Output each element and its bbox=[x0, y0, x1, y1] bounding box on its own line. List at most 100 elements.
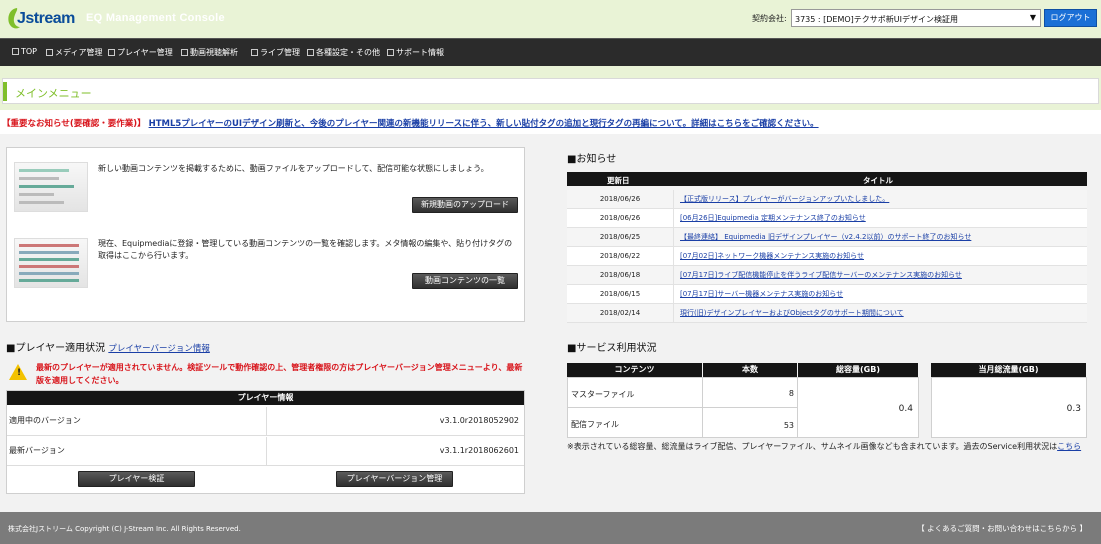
content-area: 新しい動画コンテンツを掲載するために、動画ファイルをアップロードして、配信可能な… bbox=[0, 134, 1101, 512]
footer: 株式会社Jストリーム Copyright (C) J-Stream Inc. A… bbox=[0, 512, 1101, 544]
service-title: ■サービス利用状況 bbox=[567, 343, 657, 354]
delivery-file-count: 53 bbox=[702, 407, 798, 438]
checkbox-icon bbox=[46, 49, 53, 56]
news-row: 2018/06/26 【正式版リリース】プレイヤーがバージョンアップいたしました。 bbox=[567, 190, 1087, 209]
page-title: メインメニュー bbox=[15, 87, 92, 100]
master-file-count: 8 bbox=[702, 377, 798, 408]
service-col-count: 本数 bbox=[703, 363, 797, 377]
checkbox-icon bbox=[387, 49, 394, 56]
news-date: 2018/06/18 bbox=[599, 271, 641, 279]
player-version-manage-button[interactable]: プレイヤーバージョン管理 bbox=[336, 471, 453, 487]
news-col-title: タイトル bbox=[863, 176, 893, 185]
news-link[interactable]: [06月26日]Equipmedia 定期メンテナンス終了のお知らせ bbox=[673, 209, 1087, 227]
important-notice: 【重要なお知らせ(要確認・要作業)】 HTML5プレイヤーのUIデザイン刷新と、… bbox=[0, 110, 1101, 134]
news-date: 2018/06/26 bbox=[599, 195, 641, 203]
contract-label: 契約会社: bbox=[752, 14, 787, 23]
nav-item-label: メディア管理 bbox=[55, 48, 103, 57]
logout-button[interactable]: ログアウト bbox=[1044, 9, 1097, 27]
checkbox-icon bbox=[251, 49, 258, 56]
nav-item-analytics[interactable]: 動画視聴解析 bbox=[181, 47, 238, 58]
jstream-logo[interactable]: Jstream bbox=[6, 7, 75, 33]
app-title: EQ Management Console bbox=[86, 12, 225, 24]
nav-item-support[interactable]: サポート情報 bbox=[387, 47, 444, 58]
table-row: 適用中のバージョン v3.1.0r2018052902 bbox=[7, 407, 524, 436]
delivery-file-label: 配信ファイル bbox=[567, 407, 703, 438]
contract-select[interactable]: 3735 : [DEMO]テクサポ新UIデザイン検証用 ▼ bbox=[791, 9, 1041, 27]
checkbox-icon bbox=[108, 49, 115, 56]
upload-video-button[interactable]: 新規動画のアップロード bbox=[412, 197, 518, 213]
header: Jstream EQ Management Console 契約会社: 3735… bbox=[0, 0, 1101, 38]
nav-item-label: 各種設定・その他 bbox=[316, 48, 380, 57]
warning-text: 最新のプレイヤーが適用されていません。検証ツールで動作確認の上、管理者権限の方は… bbox=[36, 363, 523, 385]
warning-icon-mark: ! bbox=[17, 368, 22, 378]
checkbox-icon bbox=[307, 49, 314, 56]
checkbox-icon bbox=[12, 48, 19, 55]
news-link[interactable]: [07月17日]ライブ配信機能停止を伴うライブ配信サーバーのメンテナンス実施のお… bbox=[673, 266, 1087, 284]
title-accent-bar bbox=[3, 82, 7, 101]
latest-version-value: v3.1.1r2018062601 bbox=[266, 437, 524, 466]
nav-item-label: プレイヤー管理 bbox=[117, 48, 173, 57]
chevron-down-icon: ▼ bbox=[1029, 13, 1036, 22]
master-file-label: マスターファイル bbox=[567, 377, 703, 408]
player-info-box: プレイヤー情報 適用中のバージョン v3.1.0r2018052902 最新バー… bbox=[6, 390, 525, 494]
current-version-value: v3.1.0r2018052902 bbox=[266, 407, 524, 436]
main-nav: TOP メディア管理 プレイヤー管理 動画視聴解析 ライブ管理 各種設定・その他… bbox=[0, 38, 1101, 66]
news-row: 2018/06/22 [07月02日]ネットワーク機器メンテナンス実施のお知らせ bbox=[567, 247, 1087, 266]
notice-prefix: 【重要なお知らせ(要確認・要作業)】 bbox=[2, 119, 146, 129]
news-col-date: 更新日 bbox=[607, 176, 630, 185]
news-link[interactable]: 現行(旧)デザインプレイヤーおよびObjectタグのサポート期間について bbox=[673, 304, 1087, 322]
nav-item-media[interactable]: メディア管理 bbox=[46, 47, 102, 58]
monthly-gb-value: 0.3 bbox=[931, 377, 1087, 438]
table-row: 最新バージョン v3.1.1r2018062601 bbox=[7, 437, 524, 466]
nav-item-label: サポート情報 bbox=[396, 48, 444, 57]
notice-link[interactable]: HTML5プレイヤーのUIデザイン刷新と、今後のプレイヤー関連の新機能リリースに… bbox=[149, 119, 819, 129]
news-row: 2018/06/25 【最終連絡】 Equipmedia 旧デザインプレイヤー（v… bbox=[567, 228, 1087, 247]
player-info-header: プレイヤー情報 bbox=[7, 391, 524, 405]
service-col-contents: コンテンツ bbox=[567, 363, 702, 377]
current-version-label: 適用中のバージョン bbox=[9, 416, 81, 425]
news-date: 2018/06/26 bbox=[599, 214, 641, 222]
news-row: 2018/06/15 [07月17日]サーバー機器メンテナス実施のお知らせ bbox=[567, 285, 1087, 304]
upload-thumbnail bbox=[14, 162, 88, 212]
news-link[interactable]: 【正式版リリース】プレイヤーがバージョンアップいたしました。 bbox=[673, 190, 1087, 208]
service-note-text: ※表示されている総容量、総流量はライブ配信、プレイヤーファイル、サムネイル画像な… bbox=[567, 442, 1058, 451]
nav-item-label: 動画視聴解析 bbox=[190, 48, 238, 57]
checkbox-icon bbox=[181, 49, 188, 56]
news-title: ■お知らせ bbox=[567, 154, 617, 165]
player-version-link[interactable]: プレイヤーバージョン情報 bbox=[108, 344, 210, 354]
player-verify-button[interactable]: プレイヤー検証 bbox=[78, 471, 195, 487]
contents-description: 現在、Equipmediaに登録・管理している動画コンテンツの一覧を確認します。… bbox=[98, 239, 513, 260]
news-date: 2018/06/25 bbox=[599, 233, 641, 241]
upload-description: 新しい動画コンテンツを掲載するために、動画ファイルをアップロードして、配信可能な… bbox=[98, 164, 489, 173]
latest-version-label: 最新バージョン bbox=[9, 446, 65, 455]
logo-text: Jstream bbox=[17, 10, 75, 27]
page-title-bar: メインメニュー bbox=[2, 78, 1099, 104]
news-row: 2018/06/26 [06月26日]Equipmedia 定期メンテナンス終了の… bbox=[567, 209, 1087, 228]
contact-link[interactable]: 【 よくあるご質問・お問い合わせはこちらから 】 bbox=[917, 523, 1087, 534]
total-gb-value: 0.4 bbox=[797, 377, 919, 438]
news-row: 2018/02/14 現行(旧)デザインプレイヤーおよびObjectタグのサポート… bbox=[567, 304, 1087, 323]
nav-item-live[interactable]: ライブ管理 bbox=[251, 47, 300, 58]
service-note: ※表示されている総容量、総流量はライブ配信、プレイヤーファイル、サムネイル画像な… bbox=[567, 440, 1092, 453]
news-date: 2018/06/15 bbox=[599, 290, 641, 298]
nav-item-player[interactable]: プレイヤー管理 bbox=[108, 47, 173, 58]
nav-item-top[interactable]: TOP bbox=[12, 47, 37, 56]
service-col-monthly: 当月総流量(GB) bbox=[931, 363, 1086, 377]
quick-actions-box: 新しい動画コンテンツを掲載するために、動画ファイルをアップロードして、配信可能な… bbox=[6, 147, 525, 322]
service-history-link[interactable]: こちら bbox=[1057, 442, 1081, 451]
service-col-total: 総容量(GB) bbox=[798, 363, 918, 377]
news-link[interactable]: 【最終連絡】 Equipmedia 旧デザインプレイヤー（v2.4.2以前）のサ… bbox=[673, 228, 1087, 246]
news-link[interactable]: [07月02日]ネットワーク機器メンテナンス実施のお知らせ bbox=[673, 247, 1087, 265]
news-link[interactable]: [07月17日]サーバー機器メンテナス実施のお知らせ bbox=[673, 285, 1087, 303]
player-warning: ! 最新のプレイヤーが適用されていません。検証ツールで動作確認の上、管理者権限の… bbox=[6, 358, 525, 388]
news-date: 2018/02/14 bbox=[599, 309, 641, 317]
copyright: 株式会社Jストリーム Copyright (C) J-Stream Inc. A… bbox=[8, 525, 241, 533]
nav-item-settings[interactable]: 各種設定・その他 bbox=[307, 47, 380, 58]
video-list-button[interactable]: 動画コンテンツの一覧 bbox=[412, 273, 518, 289]
nav-item-label: TOP bbox=[21, 47, 38, 56]
nav-item-label: ライブ管理 bbox=[260, 48, 300, 57]
player-status-title: ■プレイヤー適用状況 bbox=[6, 343, 106, 354]
contents-thumbnail bbox=[14, 238, 88, 288]
news-table-header: 更新日 タイトル bbox=[567, 172, 1087, 186]
news-date: 2018/06/22 bbox=[599, 252, 641, 260]
